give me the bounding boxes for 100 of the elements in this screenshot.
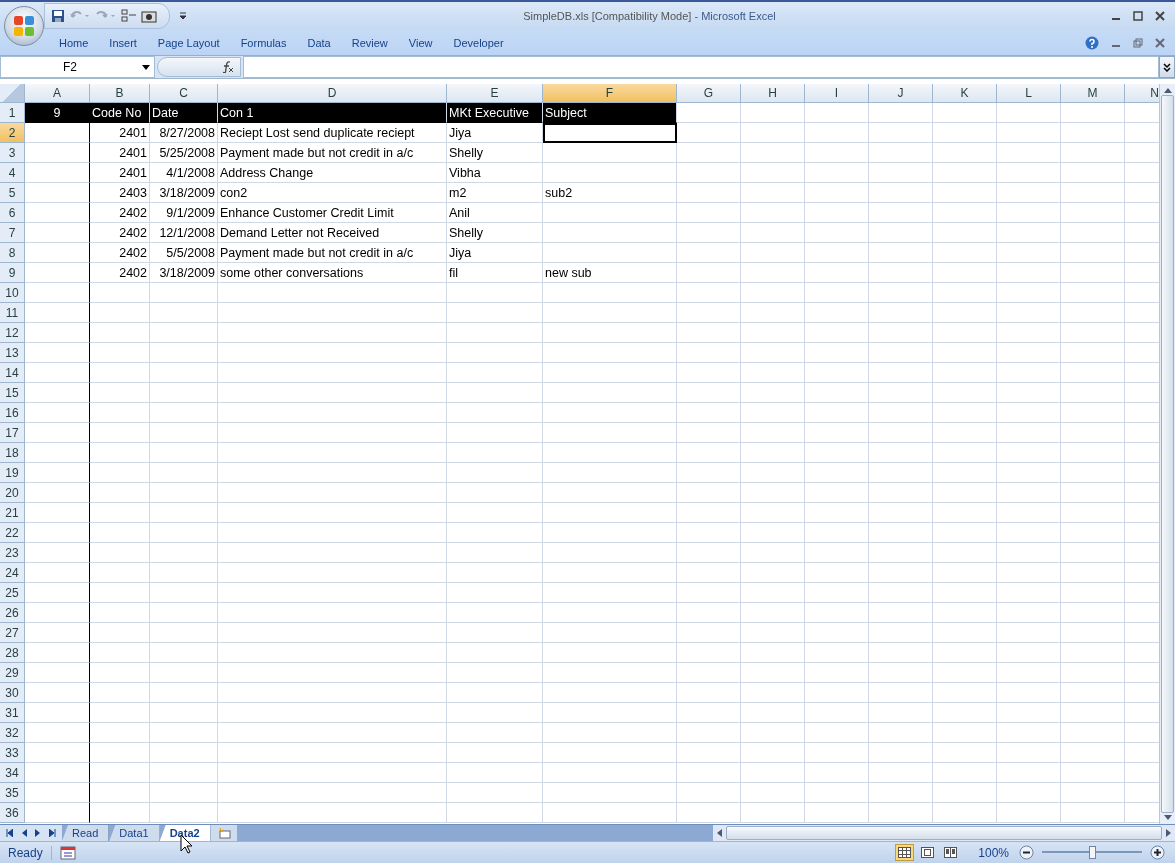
row-header[interactable]: 15: [0, 383, 25, 403]
header-text: Date: [152, 105, 179, 120]
row-header[interactable]: 2: [0, 123, 25, 143]
row-header[interactable]: 5: [0, 183, 25, 203]
camera-icon[interactable]: [141, 9, 157, 23]
function-icon[interactable]: [221, 61, 234, 73]
scroll-thumb[interactable]: [1161, 95, 1174, 813]
column-header[interactable]: L: [997, 84, 1061, 103]
ribbon-tab[interactable]: View: [408, 36, 454, 49]
row-header[interactable]: 27: [0, 623, 25, 643]
cell-text: 5/25/2008: [159, 145, 215, 160]
ribbon-tab[interactable]: Home: [59, 36, 110, 49]
office-button[interactable]: [4, 6, 44, 46]
name-box[interactable]: F2: [0, 56, 155, 78]
row-header[interactable]: 25: [0, 583, 25, 603]
row-header[interactable]: 26: [0, 603, 25, 623]
zoom-out-icon[interactable]: [1019, 845, 1034, 860]
cell-text: Payment made but not credit in a/c: [220, 245, 414, 260]
column-header[interactable]: H: [741, 84, 805, 103]
save-icon[interactable]: [51, 9, 65, 23]
ribbon-tab[interactable]: Page Layout: [157, 36, 241, 49]
row-header[interactable]: 34: [0, 763, 25, 783]
horizontal-scrollbar[interactable]: [712, 825, 1175, 841]
zoom-slider-thumb[interactable]: [1089, 846, 1096, 859]
row-header[interactable]: 22: [0, 523, 25, 543]
column-header[interactable]: I: [805, 84, 869, 103]
column-header[interactable]: F: [543, 84, 677, 103]
row-header[interactable]: 33: [0, 743, 25, 763]
view-button[interactable]: [895, 844, 915, 861]
new-sheet-tab[interactable]: [210, 825, 237, 841]
down-arrow-icon[interactable]: [1163, 815, 1172, 820]
zoom-level[interactable]: 100%: [978, 845, 1009, 860]
column-header[interactable]: C: [150, 84, 218, 103]
ribbon-tab[interactable]: Insert: [109, 36, 158, 49]
macro-record-icon[interactable]: [59, 845, 76, 860]
maximize-icon[interactable]: [1133, 11, 1143, 21]
customize-dropdown-icon[interactable]: [178, 11, 188, 21]
row-header[interactable]: 35: [0, 783, 25, 803]
column-header[interactable]: D: [218, 84, 447, 103]
row-header[interactable]: 20: [0, 483, 25, 503]
cell-text: new sub: [545, 265, 592, 280]
left-arrow-icon[interactable]: [716, 829, 722, 837]
sheet-tab[interactable]: Read: [62, 825, 110, 841]
row-header[interactable]: 18: [0, 443, 25, 463]
first-sheet-icon[interactable]: [6, 829, 14, 837]
last-sheet-icon[interactable]: [48, 829, 56, 837]
row-header[interactable]: 21: [0, 503, 25, 523]
row-header[interactable]: 19: [0, 463, 25, 483]
row-header[interactable]: 14: [0, 363, 25, 383]
column-header[interactable]: N: [1125, 84, 1159, 103]
ribbon-tab[interactable]: Data: [307, 36, 352, 49]
up-arrow-icon[interactable]: [1163, 88, 1172, 93]
row-header[interactable]: 16: [0, 403, 25, 423]
next-sheet-icon[interactable]: [35, 829, 41, 837]
previous-sheet-icon[interactable]: [21, 829, 27, 837]
row-header[interactable]: 11: [0, 303, 25, 323]
column-header[interactable]: B: [90, 84, 150, 103]
column-header[interactable]: J: [869, 84, 933, 103]
row-header[interactable]: 9: [0, 263, 25, 283]
form-icon[interactable]: [121, 9, 137, 23]
cell-text: 2401: [119, 125, 147, 140]
close-icon[interactable]: [1155, 11, 1165, 21]
restore-icon[interactable]: [1133, 37, 1143, 48]
row-header[interactable]: 23: [0, 543, 25, 563]
row-header[interactable]: 3: [0, 143, 25, 163]
column-header[interactable]: M: [1061, 84, 1125, 103]
row-header[interactable]: 29: [0, 663, 25, 683]
row-header[interactable]: 1: [0, 103, 25, 123]
row-header[interactable]: 17: [0, 423, 25, 443]
ribbon-tab[interactable]: Review: [351, 36, 409, 49]
close-icon[interactable]: [1155, 37, 1165, 48]
cell-text: Jiya: [449, 125, 472, 140]
row-header[interactable]: 28: [0, 643, 25, 663]
row-header[interactable]: 32: [0, 723, 25, 743]
formula-input[interactable]: [243, 56, 1159, 78]
row-header[interactable]: 36: [0, 803, 25, 823]
expand-button[interactable]: [1159, 56, 1175, 78]
help-icon[interactable]: [1085, 35, 1099, 50]
row-header[interactable]: 7: [0, 223, 25, 243]
row-header[interactable]: 12: [0, 323, 25, 343]
row-header[interactable]: 8: [0, 243, 25, 263]
scroll-thumb[interactable]: [725, 826, 1162, 840]
row-header[interactable]: 4: [0, 163, 25, 183]
vertical-scrollbar[interactable]: [1159, 84, 1175, 824]
row-header[interactable]: 13: [0, 343, 25, 363]
row-header[interactable]: 6: [0, 203, 25, 223]
row-header[interactable]: 24: [0, 563, 25, 583]
column-header[interactable]: E: [447, 84, 543, 103]
ribbon-tab[interactable]: Developer: [453, 36, 525, 49]
row-header[interactable]: 31: [0, 703, 25, 723]
ribbon-tab[interactable]: Formulas: [240, 36, 308, 49]
right-arrow-icon[interactable]: [1166, 829, 1171, 837]
column-header[interactable]: G: [677, 84, 741, 103]
sheet-tab[interactable]: Data1: [109, 825, 160, 841]
sheet-tab[interactable]: Data2: [159, 825, 211, 841]
row-header[interactable]: 30: [0, 683, 25, 703]
column-header[interactable]: A: [25, 84, 90, 103]
zoom-in-icon[interactable]: [1150, 845, 1165, 860]
column-header[interactable]: K: [933, 84, 997, 103]
row-header[interactable]: 10: [0, 283, 25, 303]
